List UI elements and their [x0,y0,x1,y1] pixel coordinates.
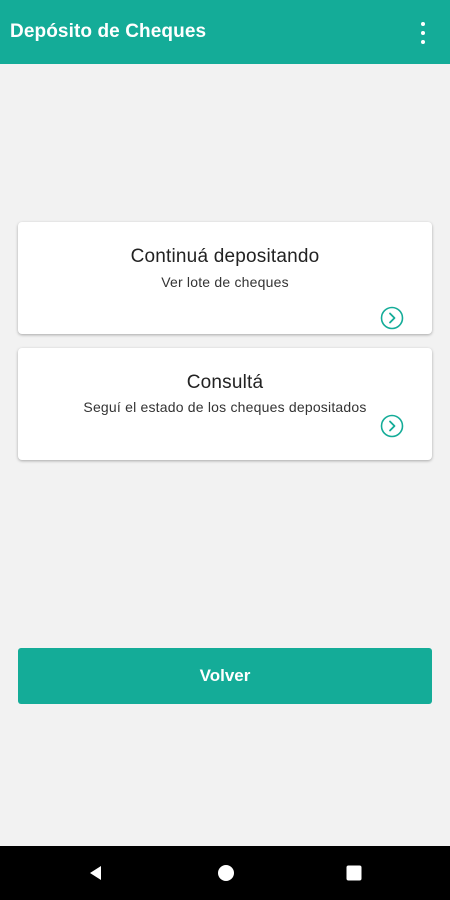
card-subtitle: Ver lote de cheques [161,274,289,290]
continue-depositing-card[interactable]: Continuá depositando Ver lote de cheques [18,222,432,334]
chevron-right-circle-icon[interactable] [380,414,404,438]
more-vert-icon[interactable] [418,22,428,44]
chevron-right-circle-icon[interactable] [380,306,404,330]
dot [421,22,425,26]
home-circle-icon[interactable] [216,863,236,883]
card-title: Continuá depositando [130,246,320,267]
app-bar: Depósito de Cheques [0,0,450,64]
back-triangle-icon[interactable] [86,863,106,883]
dot [421,40,425,44]
back-button[interactable]: Volver [18,648,432,704]
recents-square-icon[interactable] [344,863,364,883]
card-title: Consultá [186,372,264,393]
query-status-card[interactable]: Consultá Seguí el estado de los cheques … [18,348,432,460]
dot [421,31,425,35]
card-subtitle: Seguí el estado de los cheques depositad… [83,399,367,415]
page-title: Depósito de Cheques [10,21,207,42]
system-nav-bar [0,846,450,900]
